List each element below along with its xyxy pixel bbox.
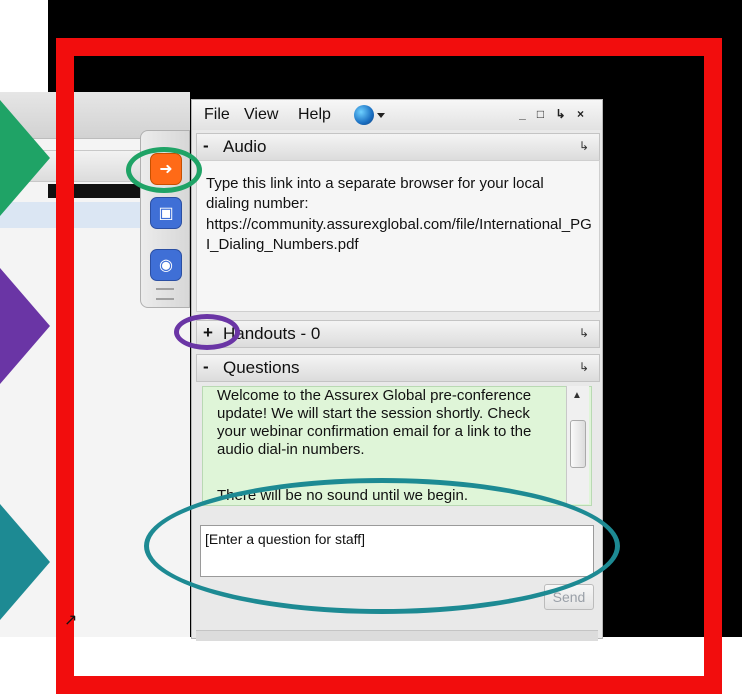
drag-grip[interactable] (156, 288, 174, 300)
popout-button[interactable]: ↳ (554, 108, 567, 121)
audio-section-header[interactable]: - Audio ↳ (196, 133, 600, 161)
questions-section-header[interactable]: - Questions ↳ (196, 354, 600, 382)
minimize-button[interactable]: _ (516, 108, 529, 121)
popout-icon[interactable]: ↳ (577, 326, 591, 340)
next-section-header (196, 630, 598, 641)
chat-message: Welcome to the Assurex Global pre-confer… (217, 387, 532, 458)
chevron-down-icon[interactable] (377, 113, 385, 118)
globe-icon[interactable] (354, 105, 374, 125)
questions-scrollbar[interactable]: ▲ (566, 386, 589, 504)
highlight-ring-purple (174, 314, 240, 350)
handouts-section-header[interactable]: + Handouts - 0 ↳ (196, 320, 600, 348)
highlight-ring-teal (144, 478, 620, 614)
restore-button[interactable]: □ (534, 108, 547, 121)
section-title: Audio (223, 137, 267, 156)
audio-info: Type this link into a separate browser f… (196, 160, 600, 312)
audio-instructions: Type this link into a separate browser f… (206, 175, 544, 212)
highlight-ring-green (126, 147, 202, 193)
popout-icon[interactable]: ↳ (577, 139, 591, 153)
screen-icon[interactable]: ▣ (150, 197, 182, 229)
close-button[interactable]: × (574, 108, 587, 121)
dialing-link: https://community.assurexglobal.com/file… (206, 216, 592, 253)
callout-arrow-green (0, 100, 50, 216)
callout-arrow-teal (0, 504, 50, 620)
person-icon[interactable]: ◉ (150, 249, 182, 281)
menu-view[interactable]: View (244, 106, 278, 124)
mouse-cursor-icon: ↗ (64, 612, 78, 629)
menu-bar: File View Help _ □ ↳ × (192, 100, 602, 130)
menu-file[interactable]: File (204, 106, 230, 124)
menu-help[interactable]: Help (298, 106, 331, 124)
scroll-up-icon[interactable]: ▲ (572, 390, 582, 401)
collapse-toggle[interactable]: - (203, 357, 215, 377)
popout-icon[interactable]: ↳ (577, 360, 591, 374)
collapse-toggle[interactable]: - (203, 136, 215, 156)
section-title: Questions (223, 358, 300, 377)
scroll-thumb[interactable] (570, 420, 586, 468)
callout-arrow-purple (0, 268, 50, 384)
